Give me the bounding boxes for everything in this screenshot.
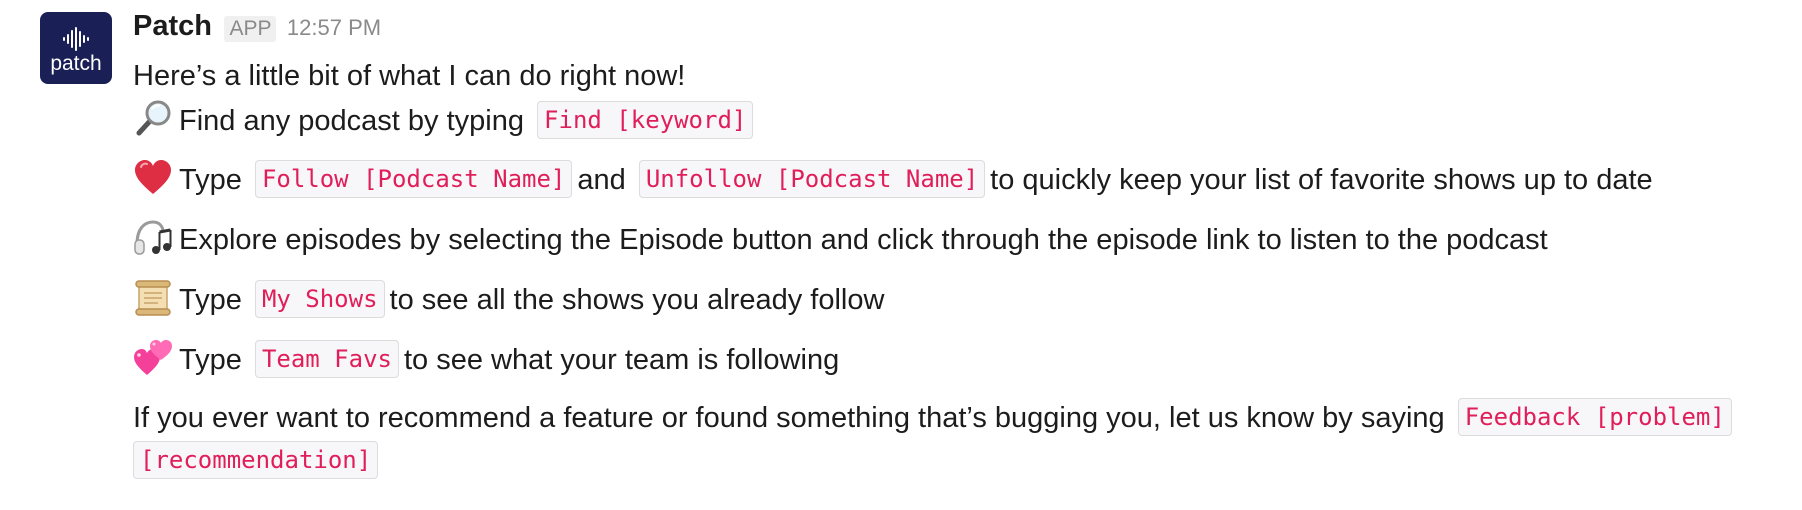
item-text: and — [577, 164, 626, 196]
item-text: Type — [179, 164, 242, 196]
item-text: Find any podcast by typing — [179, 105, 524, 137]
item-text: to quickly keep your list of favorite sh… — [990, 164, 1653, 196]
item-text: Type — [179, 284, 242, 316]
list-item: Type Team Favs to see what your team is f… — [133, 338, 839, 380]
command-find: Find [keyword] — [537, 101, 754, 139]
command-feedback-continued: [recommendation] — [133, 441, 379, 479]
avatar-wordmark: patch — [50, 52, 102, 75]
magnifying-glass-icon — [133, 99, 173, 139]
item-text: to see all the shows you already follow — [389, 284, 885, 316]
list-item: Find any podcast by typing Find [keyword… — [133, 99, 758, 141]
feedback-text-continued: [recommendation] — [133, 440, 383, 481]
message-header: Patch APP 12:57 PM — [133, 10, 381, 54]
sound-wave-icon — [63, 27, 89, 51]
command-unfollow: Unfollow [Podcast Name] — [638, 160, 986, 198]
list-item: Type My Shows to see all the shows you al… — [133, 278, 884, 320]
headphones-music-icon — [133, 218, 173, 258]
item-text: Explore episodes by selecting the Episod… — [179, 224, 1548, 256]
item-text: Type — [179, 344, 242, 376]
avatar[interactable]: patch — [40, 12, 112, 84]
intro-text: Here’s a little bit of what I can do rig… — [133, 60, 686, 92]
feedback-sentence: If you ever want to recommend a feature … — [133, 402, 1445, 434]
red-heart-icon — [133, 158, 173, 198]
sender-name[interactable]: Patch — [133, 10, 212, 43]
feedback-text: If you ever want to recommend a feature … — [133, 397, 1737, 438]
timestamp[interactable]: 12:57 PM — [287, 15, 381, 41]
chat-message: patch Patch APP 12:57 PM Here’s a little… — [0, 0, 1802, 510]
command-follow: Follow [Podcast Name] — [254, 160, 573, 198]
scroll-icon — [133, 278, 173, 318]
command-feedback: Feedback [problem] — [1457, 398, 1732, 436]
app-badge: APP — [224, 16, 277, 42]
command-my-shows: My Shows — [254, 280, 385, 318]
item-text: to see what your team is following — [403, 344, 840, 376]
list-item: Type Follow [Podcast Name] and Unfollow [… — [133, 158, 1653, 200]
list-item: Explore episodes by selecting the Episod… — [133, 218, 1548, 260]
two-hearts-icon — [133, 338, 173, 378]
command-team-favs: Team Favs — [254, 340, 399, 378]
